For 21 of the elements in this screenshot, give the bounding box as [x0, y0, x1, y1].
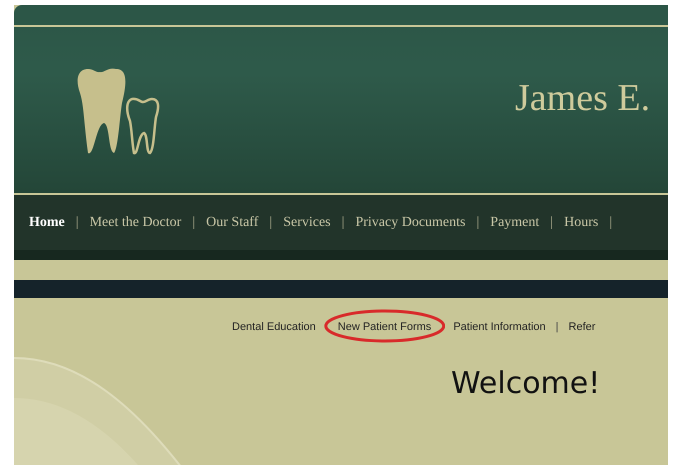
nav-link[interactable]: Privacy Documents	[355, 212, 466, 233]
nav-separator: |	[609, 214, 612, 232]
nav-separator: |	[76, 214, 79, 232]
nav-link[interactable]: Payment	[490, 212, 540, 233]
nav-link[interactable]: Hours	[564, 212, 598, 233]
nav-separator: |	[342, 214, 344, 232]
welcome-heading: Welcome!	[451, 368, 600, 398]
nav-separator: |	[192, 214, 196, 232]
nav-separator: |	[476, 214, 480, 232]
nav-separator: |	[269, 214, 272, 232]
subnav-link[interactable]: New Patient Forms	[338, 321, 432, 333]
subnav-link[interactable]: Dental Education	[232, 321, 316, 333]
nav-separator: |	[550, 214, 554, 232]
practice-name: James E.	[515, 79, 652, 117]
nav-link[interactable]: Meet the Doctor	[90, 212, 182, 233]
subnav-link[interactable]: Patient Information	[453, 321, 546, 333]
subnav-link[interactable]: Refer	[568, 321, 596, 333]
nav-link[interactable]: Home	[29, 212, 65, 233]
nav-link[interactable]: Our Staff	[206, 212, 258, 233]
nav-link[interactable]: Services	[283, 212, 331, 233]
nav-separator: |	[556, 320, 559, 335]
